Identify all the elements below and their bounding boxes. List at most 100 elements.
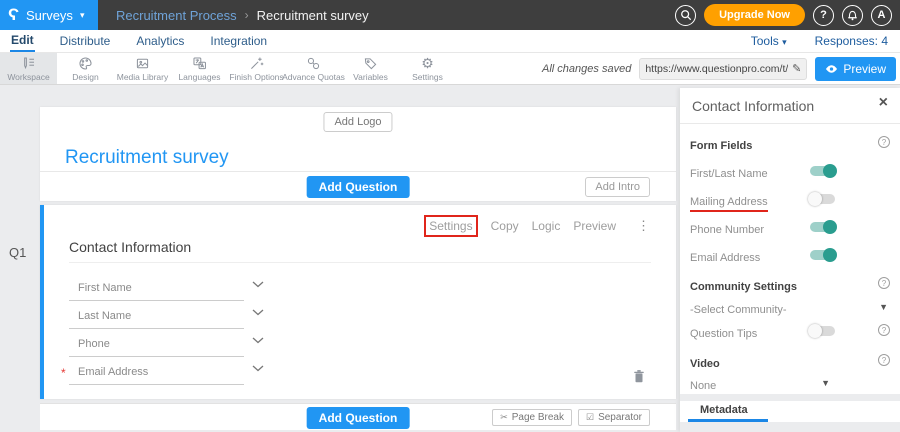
toggle-row-question-tips: Question Tips ?: [690, 324, 890, 342]
breadcrumb: Recruitment Process › Recruitment survey: [116, 8, 369, 23]
image-icon: [134, 56, 151, 71]
search-button[interactable]: [675, 5, 696, 26]
chevron-down-icon: ▾: [782, 37, 787, 47]
toolbar-item-media-library[interactable]: Media Library: [114, 53, 171, 84]
chevron-down-icon[interactable]: [252, 331, 264, 349]
breadcrumb-folder[interactable]: Recruitment Process: [116, 8, 237, 23]
separator-icon: ☑: [586, 412, 594, 423]
mailing-address-annotated-label: Mailing Address: [690, 196, 768, 212]
form-fields-heading-row: Form Fields ?: [690, 136, 890, 154]
toolbar-item-workspace[interactable]: Workspace: [0, 53, 57, 84]
add-question-button-top[interactable]: Add Question: [307, 176, 410, 198]
toolbar-item-languages[interactable]: Languages: [171, 53, 228, 84]
notifications-button[interactable]: [842, 5, 863, 26]
tools-menu[interactable]: Tools ▾: [751, 34, 787, 48]
kebab-menu-icon[interactable]: ⋮: [637, 218, 650, 234]
workspace-icon: [20, 56, 37, 71]
questionpro-survey-editor: Ɂ Surveys ▾ Recruitment Process › Recrui…: [0, 0, 900, 432]
survey-url-value: https://www.questionpro.com/t/APNrFZ: [645, 63, 788, 75]
responses-link[interactable]: Responses: 4: [815, 34, 888, 48]
question-preview-action[interactable]: Preview: [573, 219, 616, 233]
chevron-down-icon: ▼: [821, 378, 830, 388]
chevron-down-icon[interactable]: [252, 275, 264, 293]
toolbar-item-advance-quotas[interactable]: Advance Quotas: [285, 53, 342, 84]
survey-url-field[interactable]: https://www.questionpro.com/t/APNrFZ ✎: [639, 58, 807, 80]
phone-number-toggle[interactable]: [810, 222, 835, 232]
video-heading-row: Video ?: [690, 354, 890, 372]
add-intro-button[interactable]: Add Intro: [585, 177, 650, 197]
field-phone[interactable]: Phone: [69, 329, 299, 357]
help-button[interactable]: ?: [813, 5, 834, 26]
close-icon[interactable]: ×: [879, 95, 888, 111]
design-palette-icon: [77, 56, 94, 71]
chevron-down-icon: ▾: [80, 10, 85, 21]
help-icon[interactable]: ?: [878, 354, 890, 366]
breadcrumb-survey: Recruitment survey: [257, 8, 369, 23]
toggle-row-phone-number: Phone Number: [690, 220, 890, 238]
chevron-down-icon[interactable]: [252, 359, 264, 377]
field-email-address[interactable]: * Email Address: [69, 357, 299, 385]
question-card[interactable]: Settings Copy Logic Preview ⋮ Contact In…: [40, 205, 676, 399]
toolbar-right: All changes saved https://www.questionpr…: [542, 53, 900, 84]
community-settings-heading-row: Community Settings ?: [690, 277, 890, 295]
toggle-row-mailing-address: Mailing Address: [690, 192, 890, 210]
question-copy-action[interactable]: Copy: [491, 219, 519, 233]
help-icon[interactable]: ?: [878, 324, 890, 336]
page-break-button[interactable]: ✂ Page Break: [492, 409, 572, 426]
eye-icon: [825, 64, 838, 74]
email-address-toggle[interactable]: [810, 250, 835, 260]
delete-question-button[interactable]: [632, 369, 646, 389]
video-select[interactable]: None ▼: [690, 376, 890, 394]
toolbar-item-settings[interactable]: ⚙ Settings: [399, 53, 456, 84]
trash-icon: [632, 369, 646, 384]
toolbar-item-variables[interactable]: Variables: [342, 53, 399, 84]
tab-edit[interactable]: Edit: [10, 30, 35, 52]
tab-distribute[interactable]: Distribute: [59, 31, 112, 51]
bell-icon: [847, 9, 858, 21]
required-marker: *: [61, 366, 66, 380]
page-break-icon: ✂: [500, 412, 508, 423]
field-first-name[interactable]: First Name: [69, 273, 299, 301]
chevron-down-icon[interactable]: [252, 303, 264, 321]
community-select[interactable]: -Select Community- ▼: [690, 300, 890, 318]
questionpro-logo-icon: Ɂ: [8, 5, 19, 25]
toolbar-item-design[interactable]: Design: [57, 53, 114, 84]
tab-metadata[interactable]: Metadata: [700, 404, 748, 416]
breadcrumb-separator: ›: [245, 8, 249, 22]
toggle-row-email-address: Email Address: [690, 248, 890, 266]
first-last-name-toggle[interactable]: [810, 166, 835, 176]
question-tips-toggle[interactable]: [810, 326, 835, 336]
avatar[interactable]: A: [871, 5, 892, 26]
upgrade-now-button[interactable]: Upgrade Now: [704, 4, 805, 26]
question-settings-panel: Contact Information × Form Fields ? Firs…: [680, 88, 900, 432]
question-logic-action[interactable]: Logic: [532, 219, 561, 233]
help-icon[interactable]: ?: [878, 136, 890, 148]
section-nav: Edit Distribute Analytics Integration To…: [0, 30, 900, 53]
tab-integration[interactable]: Integration: [209, 31, 268, 51]
help-icon[interactable]: ?: [878, 277, 890, 289]
survey-header-card: Add Logo Recruitment survey Add Question…: [40, 107, 676, 201]
surveys-menu-label: Surveys: [26, 8, 73, 23]
topbar-actions: Upgrade Now ? A: [675, 4, 900, 26]
question-settings-action[interactable]: Settings: [424, 215, 477, 237]
add-question-button-bottom[interactable]: Add Question: [307, 407, 410, 429]
field-last-name[interactable]: Last Name: [69, 301, 299, 329]
gear-icon: ⚙: [421, 56, 434, 71]
surveys-menu[interactable]: Ɂ Surveys ▾: [0, 0, 98, 30]
add-logo-button[interactable]: Add Logo: [323, 112, 392, 132]
top-bar: Ɂ Surveys ▾ Recruitment Process › Recrui…: [0, 0, 900, 30]
toolbar-item-finish-options[interactable]: Finish Options: [228, 53, 285, 84]
nav-right: Tools ▾ Responses: 4: [751, 34, 900, 48]
tab-analytics[interactable]: Analytics: [135, 31, 185, 51]
mailing-address-toggle[interactable]: [810, 194, 835, 204]
question-title[interactable]: Contact Information: [69, 239, 191, 255]
editor-toolbar: Workspace Design Media Library Languages…: [0, 53, 900, 85]
edit-url-icon[interactable]: ✎: [792, 62, 801, 75]
preview-button[interactable]: Preview: [815, 57, 896, 81]
separator-button[interactable]: ☑ Separator: [578, 409, 650, 426]
survey-title[interactable]: Recruitment survey: [65, 147, 229, 169]
search-icon: [680, 9, 692, 21]
translate-icon: [191, 56, 208, 71]
contact-fields: First Name Last Name Phone * Email Addre: [69, 273, 299, 385]
add-question-footer: Add Question ✂ Page Break ☑ Separator: [40, 403, 676, 430]
